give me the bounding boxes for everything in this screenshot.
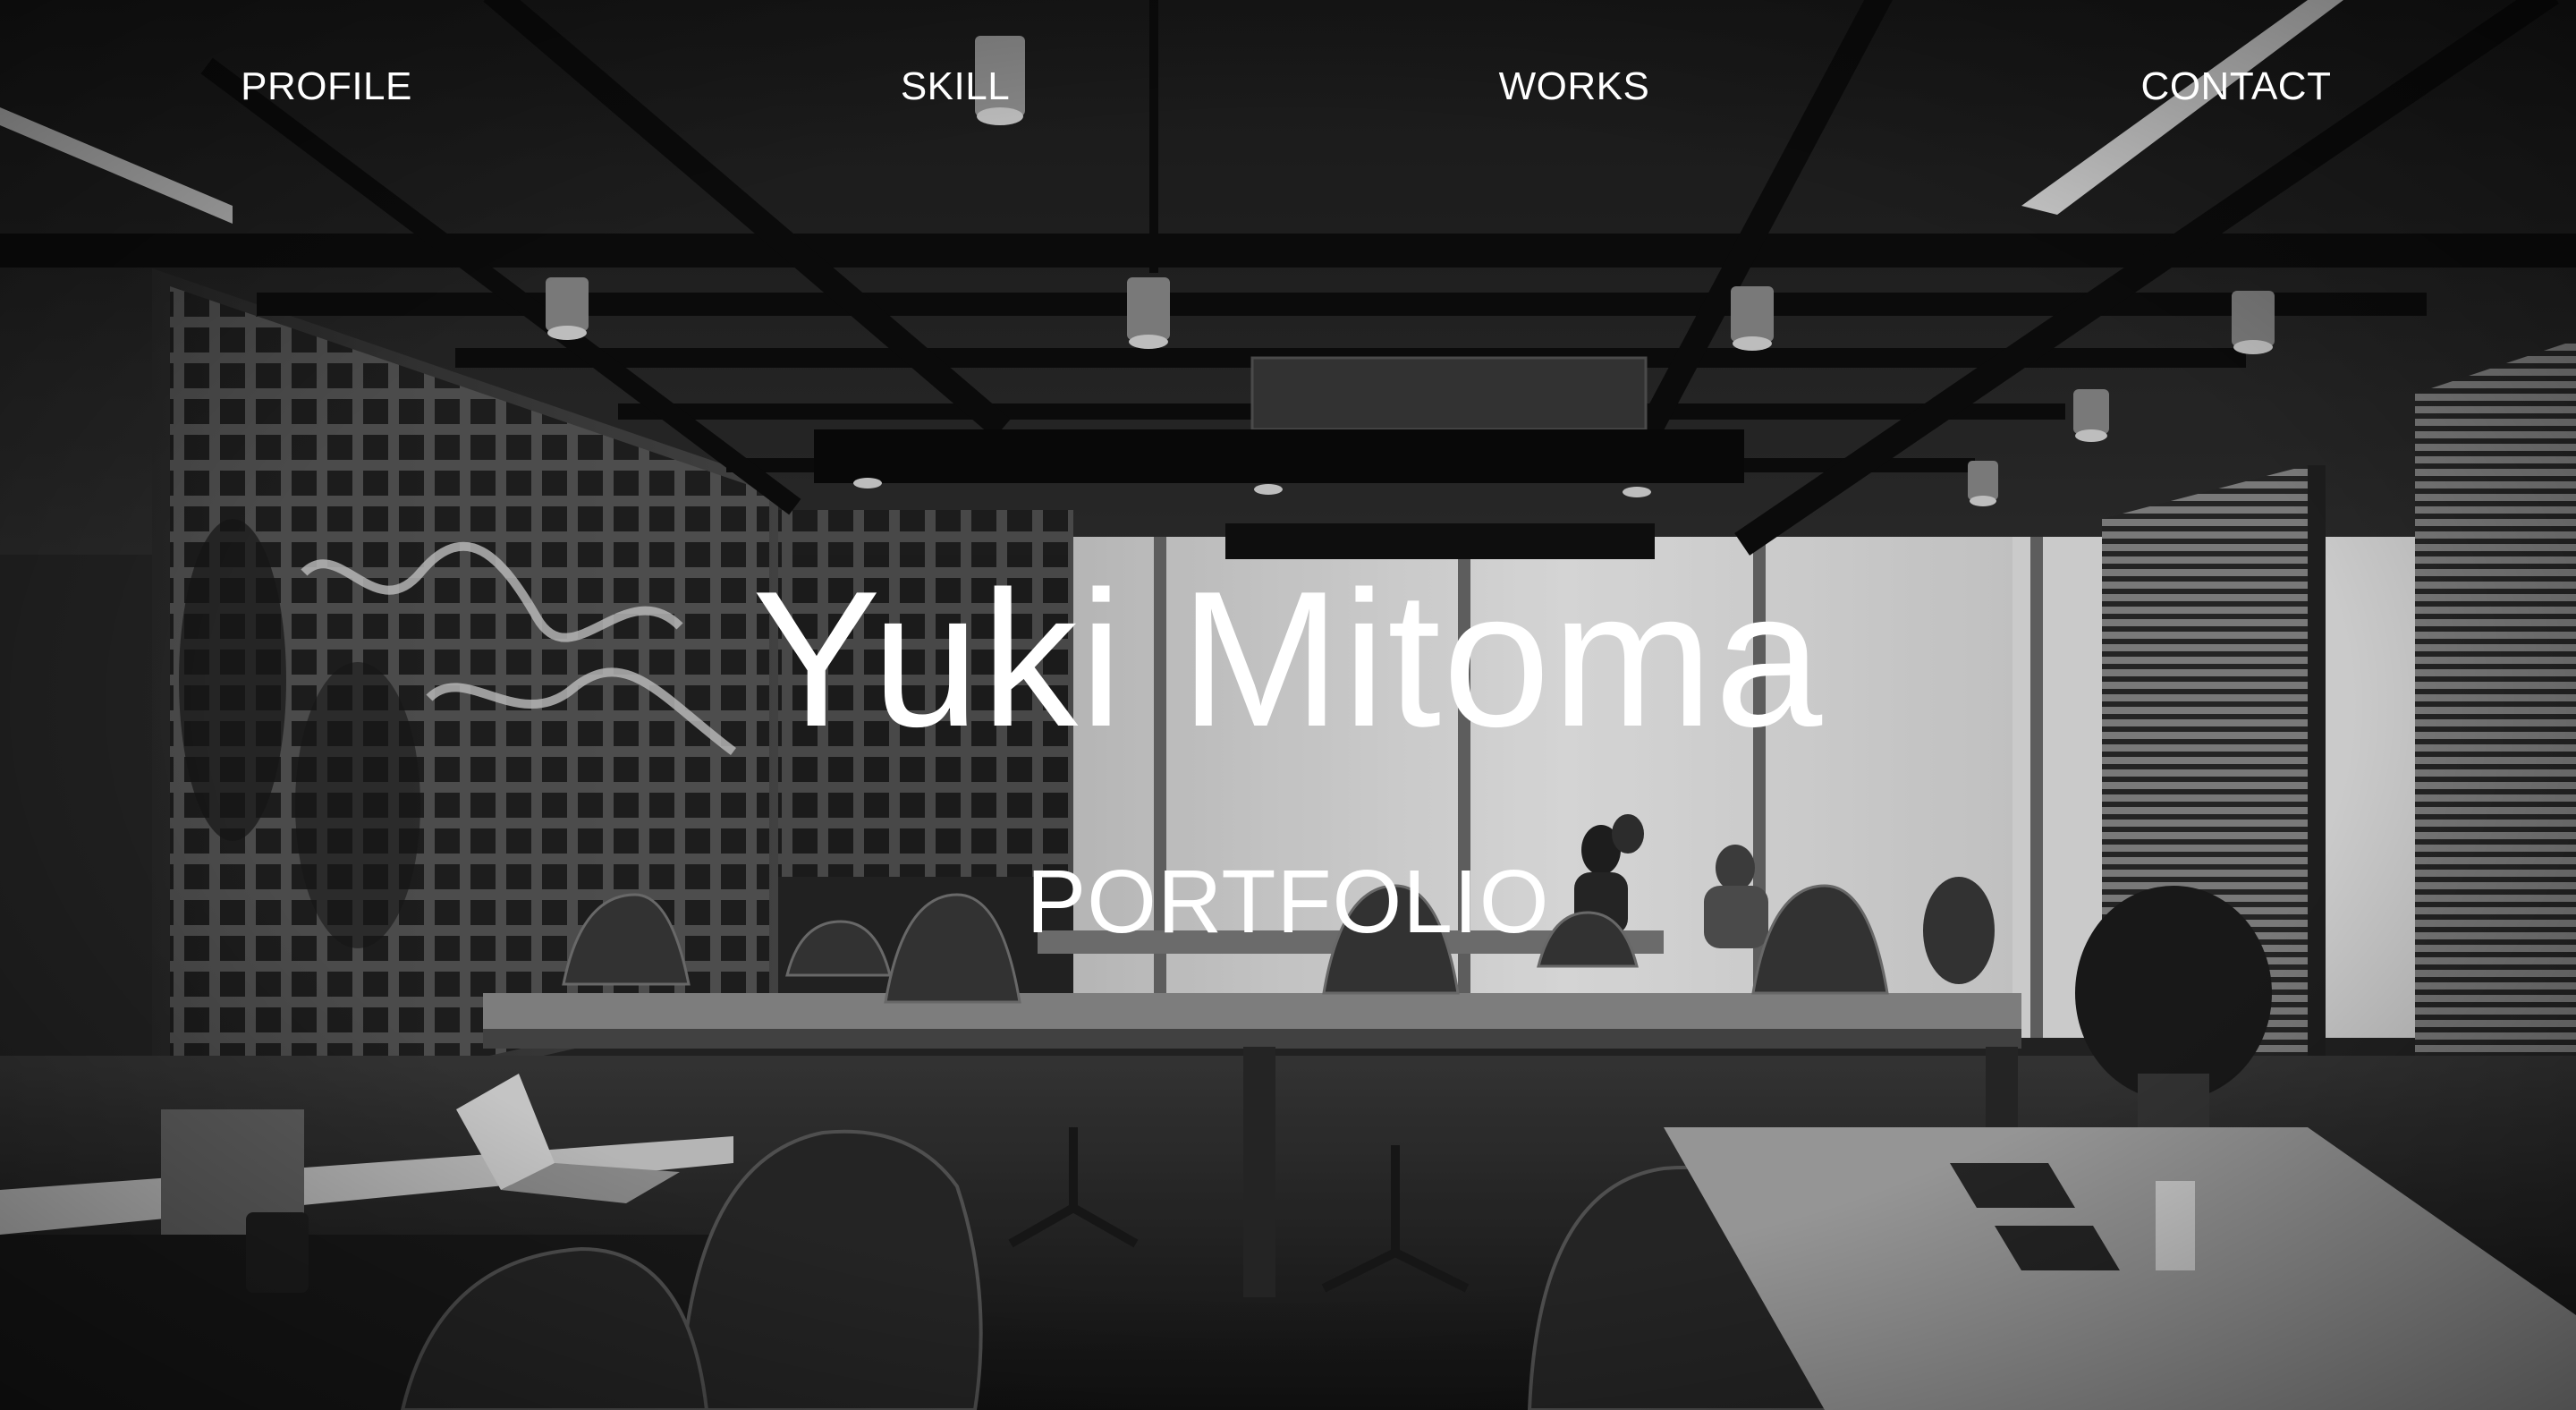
nav-link-contact[interactable]: CONTACT	[2141, 64, 2332, 109]
top-navigation: PROFILE SKILL WORKS CONTACT	[0, 52, 2576, 123]
nav-link-works[interactable]: WORKS	[1499, 64, 1650, 109]
hero-title: Yuki Mitoma	[751, 550, 1825, 767]
nav-link-skill[interactable]: SKILL	[901, 64, 1010, 109]
hero-subtitle: PORTFOLIO	[1026, 852, 1550, 952]
hero-section: PROFILE SKILL WORKS CONTACT Yuki Mitoma …	[0, 0, 2576, 1410]
nav-link-profile[interactable]: PROFILE	[241, 64, 412, 109]
